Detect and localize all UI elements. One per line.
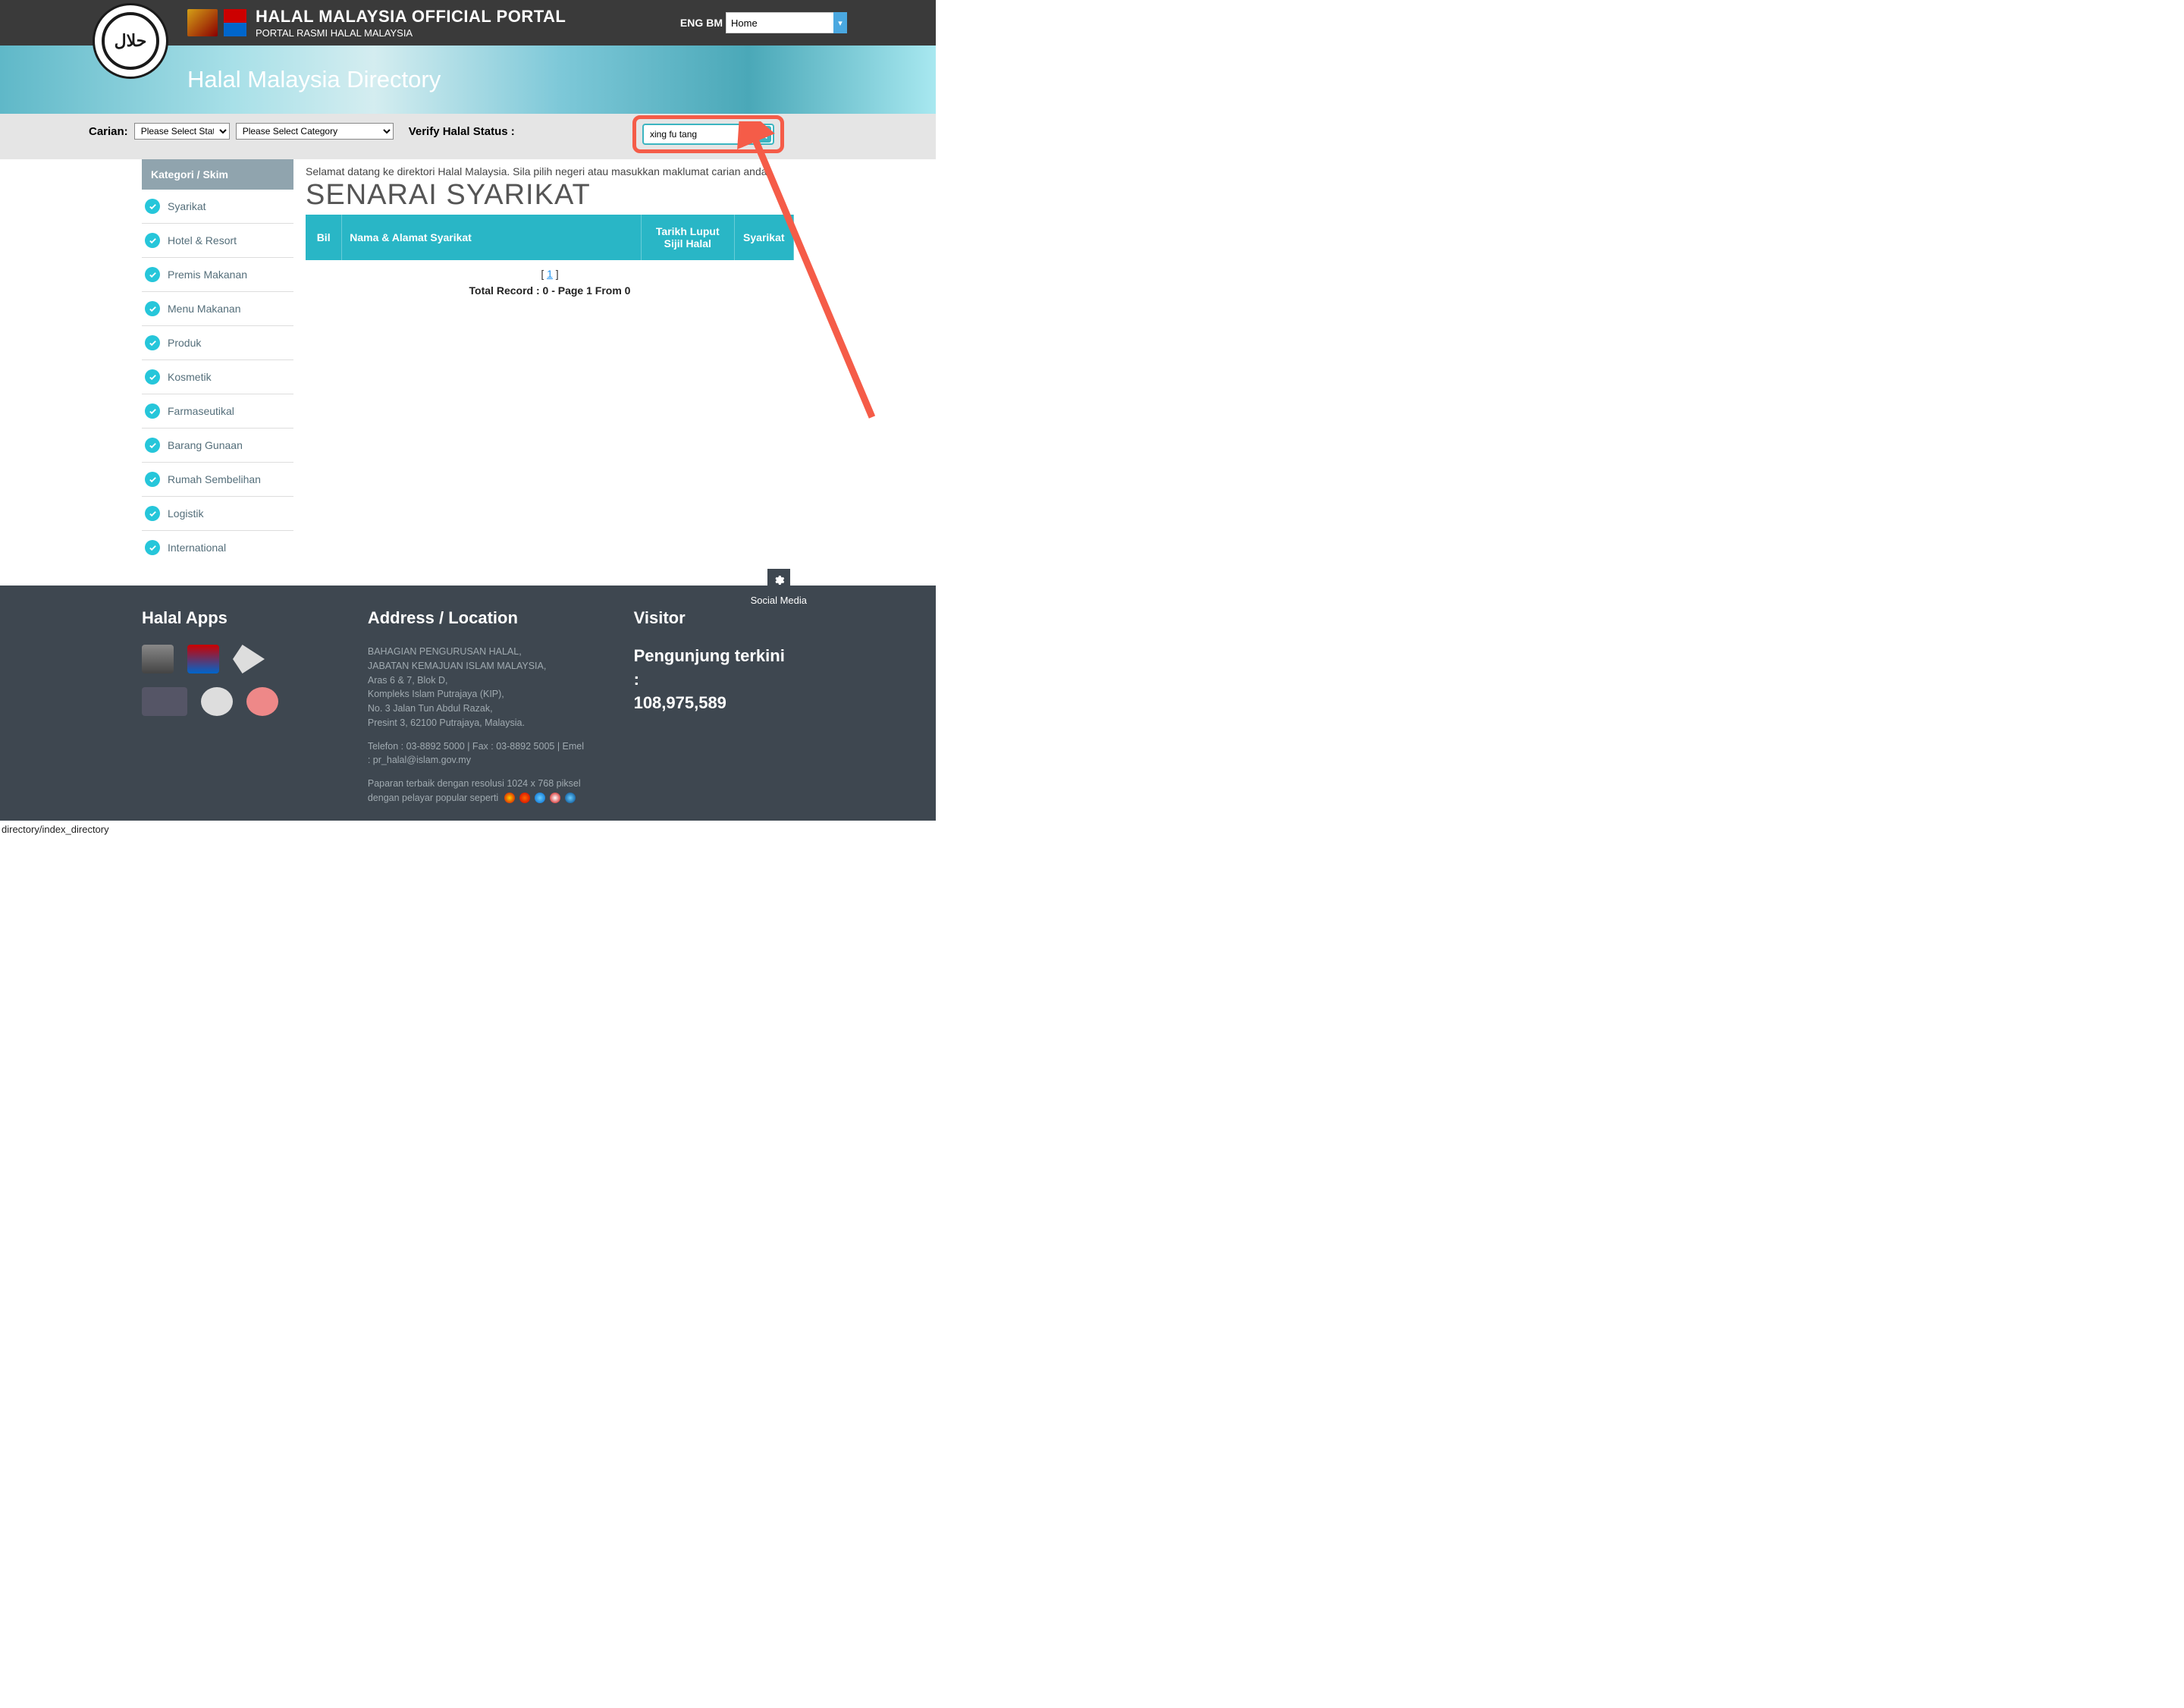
page-title: Halal Malaysia Directory — [187, 66, 847, 93]
check-icon — [145, 335, 160, 350]
check-icon — [145, 540, 160, 555]
social-media-label: Social Media — [751, 595, 807, 606]
status-url: directory/index_directory — [0, 821, 936, 838]
sidebar-item[interactable]: Menu Makanan — [142, 292, 293, 326]
chrome-icon — [504, 793, 515, 803]
sidebar-item[interactable]: Logistik — [142, 497, 293, 531]
verify-halal-label: Verify Halal Status : — [409, 125, 515, 138]
results-table: Bil Nama & Alamat Syarikat Tarikh Luput … — [306, 215, 794, 260]
main-content: Kategori / Skim Syarikat Hotel & Resort Pr… — [142, 159, 794, 564]
sidebar-item-label: Barang Gunaan — [168, 439, 243, 451]
address-line: Aras 6 & 7, Blok D, — [368, 673, 588, 688]
welcome-text: Selamat datang ke direktori Halal Malays… — [306, 165, 794, 177]
app-icon[interactable] — [201, 687, 233, 716]
search-button[interactable] — [755, 126, 771, 143]
footer: Social Media Halal Apps Address / Locati… — [0, 586, 936, 821]
home-nav-select[interactable]: Home — [726, 12, 847, 33]
visitor-label: Pengunjung terkini : — [634, 645, 794, 692]
address-line: Presint 3, 62100 Putrajaya, Malaysia. — [368, 716, 588, 730]
sidebar-item-label: Produk — [168, 337, 201, 349]
gear-icon[interactable] — [767, 569, 790, 592]
halal-apps-header: Halal Apps — [142, 608, 322, 628]
app-icon[interactable] — [187, 645, 219, 673]
check-icon — [145, 506, 160, 521]
content-area: Selamat datang ke direktori Halal Malays… — [306, 159, 794, 564]
col-name: Nama & Alamat Syarikat — [342, 215, 642, 260]
carian-label: Carian: — [89, 125, 128, 138]
app-icon[interactable] — [142, 645, 174, 673]
halal-apps-icons — [142, 645, 322, 716]
page-1-link[interactable]: 1 — [547, 268, 553, 280]
jakim-icon — [224, 9, 246, 36]
check-icon — [145, 301, 160, 316]
address-line: JABATAN KEMAJUAN ISLAM MALAYSIA, — [368, 659, 588, 673]
address-header: Address / Location — [368, 608, 588, 628]
address-line: No. 3 Jalan Tun Abdul Razak, — [368, 702, 588, 716]
app-icon[interactable] — [142, 687, 187, 716]
sidebar-item[interactable]: Farmaseutikal — [142, 394, 293, 429]
malaysia-crest-icon — [187, 9, 218, 36]
contact-line: Telefon : 03-8892 5000 | Fax : 03-8892 5… — [368, 739, 588, 768]
top-bar: HALAL MALAYSIA OFFICIAL PORTAL PORTAL RA… — [0, 0, 936, 46]
sidebar-item[interactable]: Barang Gunaan — [142, 429, 293, 463]
sidebar-item[interactable]: Kosmetik — [142, 360, 293, 394]
category-select[interactable]: Please Select Category — [236, 123, 394, 140]
col-company: Syarikat — [734, 215, 793, 260]
social-media-widget[interactable]: Social Media — [751, 569, 807, 606]
sidebar-item[interactable]: International — [142, 531, 293, 564]
sidebar-header: Kategori / Skim — [142, 159, 293, 190]
check-icon — [145, 369, 160, 385]
sidebar-item-label: Menu Makanan — [168, 303, 241, 315]
halal-logo — [93, 3, 168, 79]
sidebar-item-label: Logistik — [168, 507, 203, 520]
firefox-icon — [519, 793, 530, 803]
sidebar-item-label: Premis Makanan — [168, 268, 247, 281]
search-icon — [758, 130, 768, 140]
sidebar-item-label: Syarikat — [168, 200, 206, 212]
app-icon[interactable] — [246, 687, 278, 716]
address-line: Kompleks Islam Putrajaya (KIP), — [368, 687, 588, 702]
safari-icon — [565, 793, 576, 803]
pagination: [ 1 ] — [306, 260, 794, 284]
edge-icon — [535, 793, 545, 803]
sidebar-item[interactable]: Rumah Sembelihan — [142, 463, 293, 497]
halal-logo-inner — [102, 12, 159, 70]
total-record: Total Record : 0 - Page 1 From 0 — [306, 284, 794, 297]
portal-title: HALAL MALAYSIA OFFICIAL PORTAL — [256, 7, 566, 27]
sidebar-item[interactable]: Premis Makanan — [142, 258, 293, 292]
sidebar-item-label: Rumah Sembelihan — [168, 473, 261, 485]
search-highlight-annotation — [632, 115, 784, 153]
check-icon — [145, 199, 160, 214]
visitor-count: 108,975,589 — [634, 692, 794, 715]
visitor-header: Visitor — [634, 608, 794, 628]
check-icon — [145, 403, 160, 419]
lang-eng-link[interactable]: ENG — [680, 17, 703, 29]
check-icon — [145, 438, 160, 453]
sidebar-item-label: Hotel & Resort — [168, 234, 237, 246]
state-select[interactable]: Please Select State — [134, 123, 230, 140]
sidebar: Kategori / Skim Syarikat Hotel & Resort Pr… — [142, 159, 293, 564]
sidebar-item-label: International — [168, 542, 226, 554]
filter-bar: Carian: Please Select State Please Selec… — [0, 114, 936, 159]
col-bil: Bil — [306, 215, 342, 260]
company-list-title: SENARAI SYARIKAT — [306, 179, 794, 212]
sidebar-item-label: Farmaseutikal — [168, 405, 234, 417]
address-line: BAHAGIAN PENGURUSAN HALAL, — [368, 645, 588, 659]
portal-title-group: HALAL MALAYSIA OFFICIAL PORTAL PORTAL RA… — [256, 7, 566, 39]
sidebar-item[interactable]: Hotel & Resort — [142, 224, 293, 258]
check-icon — [145, 233, 160, 248]
opera-icon — [550, 793, 560, 803]
sidebar-item[interactable]: Produk — [142, 326, 293, 360]
col-expiry: Tarikh Luput Sijil Halal — [642, 215, 735, 260]
sidebar-item[interactable]: Syarikat — [142, 190, 293, 224]
portal-subtitle: PORTAL RASMI HALAL MALAYSIA — [256, 27, 566, 39]
crest-icons-group — [187, 9, 246, 36]
sidebar-item-label: Kosmetik — [168, 371, 212, 383]
check-icon — [145, 267, 160, 282]
best-view-line: Paparan terbaik dengan resolusi 1024 x 7… — [368, 777, 588, 805]
app-icon[interactable] — [233, 645, 265, 673]
lang-bm-link[interactable]: BM — [706, 17, 723, 29]
check-icon — [145, 472, 160, 487]
